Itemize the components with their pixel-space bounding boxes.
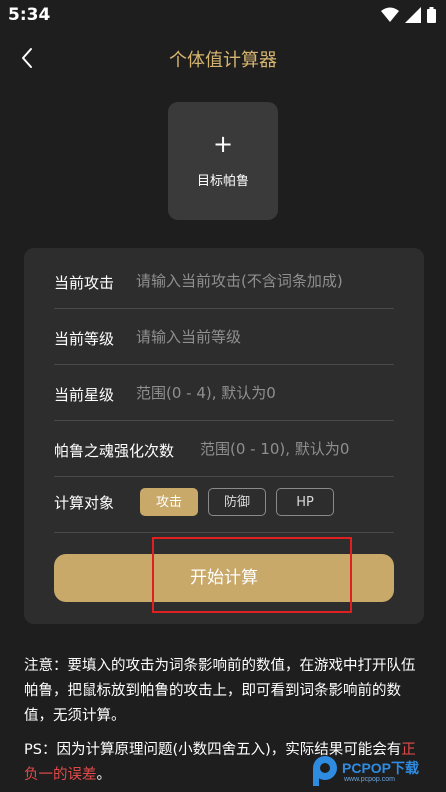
target-pal-selector[interactable]: + 目标帕鲁 bbox=[168, 102, 278, 220]
option-defense[interactable]: 防御 bbox=[208, 488, 266, 516]
soul-enhance-label: 帕鲁之魂强化次数 bbox=[54, 442, 175, 460]
calc-target-row: 计算对象 攻击 防御 HP bbox=[54, 476, 394, 533]
star-label: 当前星级 bbox=[54, 386, 115, 404]
page-title: 个体值计算器 bbox=[169, 50, 277, 71]
calculator-form: 当前攻击 当前等级 当前星级 帕鲁之魂强化次数 计算对象 攻击 防御 HP 开始… bbox=[24, 248, 424, 624]
attack-row: 当前攻击 bbox=[54, 252, 394, 309]
attack-input[interactable] bbox=[136, 272, 394, 290]
target-pal-label: 目标帕鲁 bbox=[196, 174, 249, 189]
watermark: PCPOP下载 www.pcpop.com bbox=[310, 752, 446, 792]
star-input[interactable] bbox=[136, 384, 394, 402]
nav-bar: 个体值计算器 bbox=[0, 40, 446, 76]
wifi-icon bbox=[381, 7, 399, 22]
ps-note-suffix: 。 bbox=[96, 767, 112, 783]
level-row: 当前等级 bbox=[54, 308, 394, 365]
level-input[interactable] bbox=[136, 328, 394, 346]
status-bar: 5:34 bbox=[0, 0, 446, 32]
status-icons bbox=[381, 7, 436, 23]
soul-enhance-row: 帕鲁之魂强化次数 bbox=[54, 420, 394, 477]
option-attack[interactable]: 攻击 bbox=[140, 488, 198, 516]
watermark-text: PCPOP下载 bbox=[342, 760, 420, 776]
soul-enhance-input[interactable] bbox=[200, 440, 394, 458]
signal-icon bbox=[405, 7, 421, 23]
note-text: 注意：要填入的攻击为词条影响前的数值，在游戏中打开队伍帕鲁，把鼠标放到帕鲁的攻击… bbox=[24, 658, 416, 724]
battery-icon bbox=[427, 7, 436, 23]
status-time: 5:34 bbox=[8, 5, 51, 25]
pcpop-logo-icon bbox=[313, 756, 337, 786]
calc-target-label: 计算对象 bbox=[54, 494, 115, 512]
attack-label: 当前攻击 bbox=[54, 274, 115, 292]
plus-icon: + bbox=[212, 130, 234, 158]
start-calc-button[interactable]: 开始计算 bbox=[54, 554, 394, 602]
level-label: 当前等级 bbox=[54, 330, 115, 348]
watermark-sub: www.pcpop.com bbox=[344, 776, 395, 783]
star-row: 当前星级 bbox=[54, 364, 394, 421]
option-hp[interactable]: HP bbox=[276, 488, 334, 516]
